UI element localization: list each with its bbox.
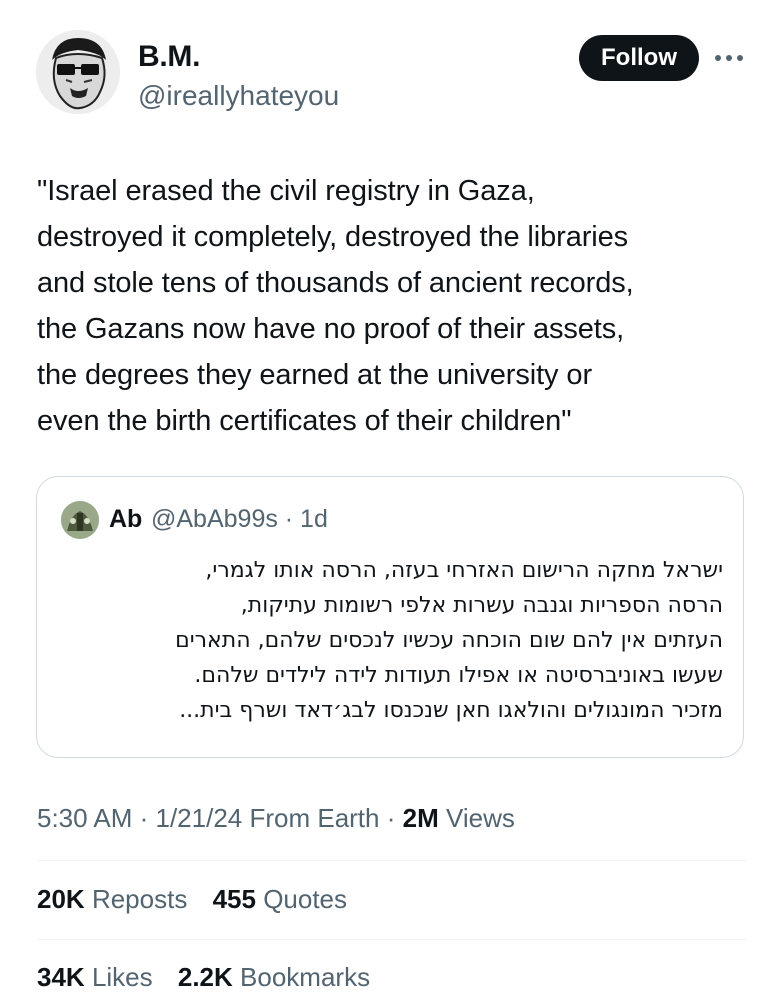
tweet-line: the Gazans now have no proof of their as… (37, 313, 625, 345)
divider (37, 860, 747, 861)
author-avatar[interactable] (36, 30, 120, 114)
divider (37, 939, 747, 940)
quotes-stat[interactable]: 455 Quotes (213, 884, 347, 914)
quoted-line: ישראל מחקה הרישום האזרחי בעזה, הרסה אותו… (205, 558, 723, 583)
tweet-line: the degrees they earned at the universit… (37, 359, 592, 391)
views-label: Views (438, 803, 515, 833)
bookmarks-stat[interactable]: 2.2K Bookmarks (178, 962, 370, 992)
likes-count: 34K (37, 962, 85, 992)
quoted-line: מזכיר המונגולים והולאגו חאן שנכנסו לבג׳ד… (179, 698, 723, 723)
tweet-line: "Israel erased the civil registry in Gaz… (37, 175, 535, 207)
likes-label: Likes (91, 962, 153, 992)
quotes-count: 455 (212, 884, 256, 914)
more-options-icon[interactable] (712, 48, 746, 68)
quoted-tweet-text: ישראל מחקה הרישום האזרחי בעזה, הרסה אותו… (61, 553, 723, 728)
tweet-text: "Israel erased the civil registry in Gaz… (37, 168, 757, 444)
stats-row-likes: 34K Likes 2.2K Bookmarks (37, 962, 388, 993)
quotes-label: Quotes (263, 884, 348, 914)
bookmarks-count: 2.2K (177, 962, 233, 992)
quoted-author-name[interactable]: Ab (109, 505, 142, 534)
tweet-line: destroyed it completely, destroyed the l… (37, 221, 629, 253)
reposts-stat[interactable]: 20K Reposts (37, 884, 187, 914)
tweet-meta: 5:30 AM · 1/21/24 From Earth · 2M Views (37, 803, 515, 834)
quoted-tweet-card[interactable]: Ab @AbAb99s · 1d ישראל מחקה הרישום האזרח… (36, 476, 744, 758)
views-count: 2M (402, 803, 439, 833)
bookmarks-label: Bookmarks (240, 962, 371, 992)
quoted-line: הרסה הספריות וגנבה עשרות אלפי רשומות עתי… (240, 593, 723, 618)
reposts-count: 20K (37, 884, 85, 914)
follow-button[interactable]: Follow (579, 35, 699, 81)
author-name[interactable]: B.M. (138, 40, 200, 74)
quoted-author-avatar[interactable] (61, 501, 99, 539)
author-handle[interactable]: @ireallyhateyou (138, 80, 339, 112)
stats-row-reposts: 20K Reposts 455 Quotes (37, 884, 365, 915)
quoted-line: העזתים אין להם שום הוכחה עכשיו לנכסים של… (175, 628, 723, 653)
quoted-line: שעשו באוניברסיטה או אפילו תעודות לידה לי… (194, 663, 723, 688)
tweet-line: even the birth certificates of their chi… (37, 405, 572, 437)
reposts-label: Reposts (91, 884, 188, 914)
quoted-author-handle[interactable]: @AbAb99s · 1d (151, 505, 328, 534)
likes-stat[interactable]: 34K Likes (37, 962, 153, 992)
tweet-line: and stole tens of thousands of ancient r… (37, 267, 634, 299)
timestamp-location[interactable]: 5:30 AM · 1/21/24 From Earth · (37, 803, 403, 833)
